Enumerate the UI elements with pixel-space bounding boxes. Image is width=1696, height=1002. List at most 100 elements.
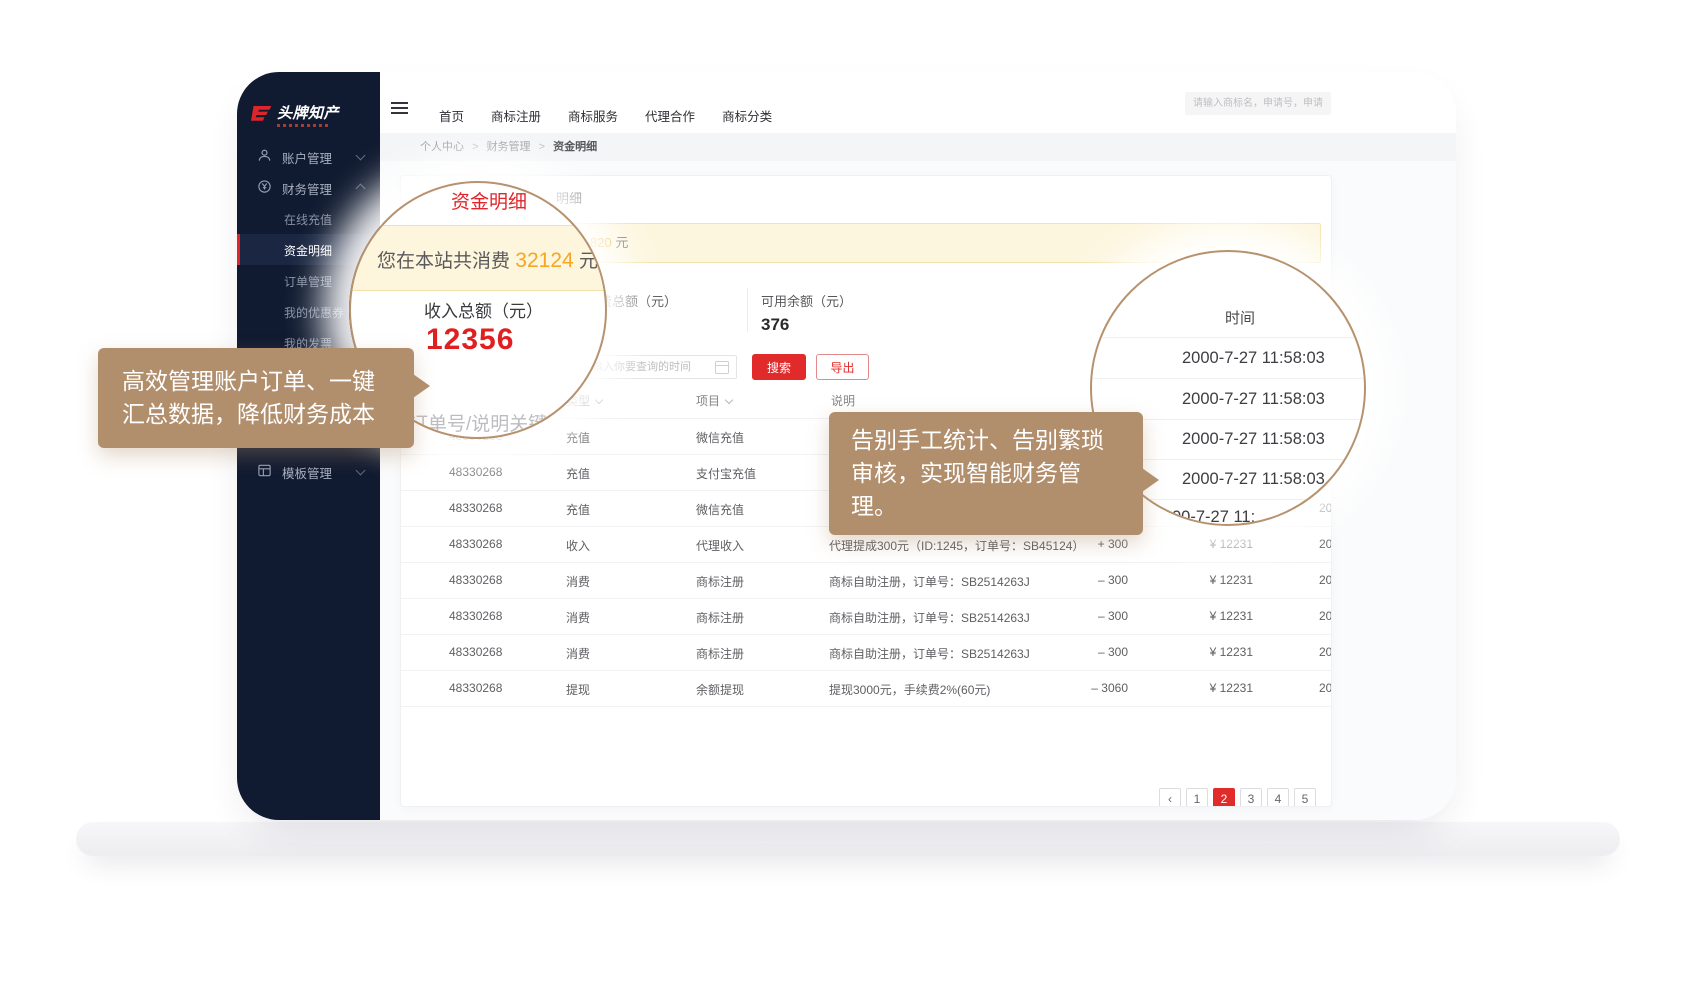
magnified-time-partial: 00-7-27 11: [1172,508,1255,526]
magnified-income-label: 收入总额（元） [424,297,543,322]
cell-order: 48330268 [449,609,502,623]
pagination-page-4[interactable]: 4 [1267,788,1289,807]
cell-type: 消费 [566,609,590,626]
cell-time: 2000-7-27 11:58:03 [1319,609,1332,623]
cell-type: 充值 [566,429,590,446]
magnified-time-value: 2000-7-27 11:58:03 [1182,390,1325,409]
magnified-time-value: 2000-7-27 11:58:03 [1182,349,1325,368]
pagination-page-5[interactable]: 5 [1294,788,1316,807]
sidebar-item-label: 订单管理 [284,273,332,290]
brand-name: 头牌知产 [277,106,339,122]
breadcrumb-item[interactable]: 财务管理 [487,141,531,153]
chevron-up-icon [356,184,366,194]
tab-secondary[interactable]: 明细 [556,188,582,207]
magnified-time-header: 时间 [1225,307,1255,328]
sidebar-item-label: 账户管理 [282,148,332,167]
cell-type: 消费 [566,573,590,590]
magnified-banner-prefix: 您在本站共消费 [377,251,510,272]
trademark-search-input[interactable] [1185,92,1331,115]
consumption-unit: 元 [615,235,628,250]
sidebar-item-label: 我的优惠券 [284,304,344,321]
breadcrumb-separator: > [472,141,478,153]
sort-caret-icon [595,396,603,404]
cell-amount: – 3060 [1021,681,1128,695]
nav-item-trademark-service[interactable]: 商标服务 [568,106,618,125]
cell-order: 48330268 [449,501,502,515]
tooltip-finance-efficiency: 高效管理账户订单、一键汇总数据，降低财务成本 [98,348,414,448]
cell-project: 余额提现 [696,681,744,698]
cell-type: 消费 [566,645,590,662]
sort-caret-icon [725,396,733,404]
magnified-banner-text: 您在本站共消费 32124 元 [377,246,598,273]
magnified-banner: 您在本站共消费 32124 元 [349,225,607,291]
finance-icon [257,179,272,194]
sidebar-item-label: 资金明细 [284,242,332,259]
cell-desc: 商标自助注册，订单号：SB2514263J [829,645,1030,662]
pagination-prev-button[interactable]: ‹ [1159,788,1181,807]
cell-time: 2000-7-27 11:58:03 [1319,645,1332,659]
brand-tagline-dots [277,124,331,127]
table-row: 48330268 消费 商标注册 商标自助注册，订单号：SB2514263J –… [401,598,1331,635]
stage: 头牌知产 账户管理 财务管理 在线充值 [0,0,1696,1002]
export-button[interactable]: 导出 [816,354,869,380]
breadcrumb-separator: > [539,141,545,153]
cell-project: 支付宝充值 [696,465,756,482]
user-icon [257,148,272,163]
tooltip-smart-finance: 告别手工统计、告别繁琐审核，实现智能财务管理。 [829,412,1143,535]
sidebar-item-account[interactable]: 账户管理 [237,140,380,171]
cell-time: 2000-7-27 11:58:03 [1319,537,1332,551]
sidebar-item-finance[interactable]: 财务管理 [237,171,380,202]
cell-order: 48330268 [449,645,502,659]
breadcrumb-current: 资金明细 [553,141,597,153]
nav-item-home[interactable]: 首页 [439,106,464,125]
cell-time: 2000-7-27 11:58:03 [1319,573,1332,587]
cell-amount: – 300 [1021,609,1128,623]
template-icon [257,463,272,478]
cell-type: 充值 [566,501,590,518]
calendar-icon[interactable] [715,361,729,374]
cell-amount: – 300 [1021,573,1128,587]
pagination-page-2-active[interactable]: 2 [1213,788,1235,807]
available-balance-value: 376 [761,315,789,335]
col-header-project[interactable]: 项目 [696,392,732,409]
cell-balance: ¥ 12231 [1146,681,1253,695]
cell-amount: – 300 [1021,645,1128,659]
cell-desc: 提现3000元，手续费2%(60元) [829,681,990,698]
breadcrumb-item[interactable]: 个人中心 [420,141,464,153]
available-balance-label: 可用余额（元） [761,291,852,310]
table-row: 48330268 提现 余额提现 提现3000元，手续费2%(60元) – 30… [401,670,1331,707]
nav-item-agency[interactable]: 代理合作 [645,106,695,125]
cell-time: 2000-7-27 11:58:03 [1319,501,1332,515]
chevron-down-icon [356,151,366,161]
cell-project: 商标注册 [696,645,744,662]
pagination-page-3[interactable]: 3 [1240,788,1262,807]
row-divider [1092,337,1364,338]
table-row: 48330268 消费 商标注册 商标自助注册，订单号：SB2514263J –… [401,634,1331,671]
cell-balance: ¥ 12231 [1146,537,1253,551]
cell-project: 微信充值 [696,429,744,446]
cell-project: 代理收入 [696,537,744,554]
breadcrumb: 个人中心 > 财务管理 > 资金明细 [380,133,1456,161]
pagination-page-1[interactable]: 1 [1186,788,1208,807]
cell-desc: 商标自助注册，订单号：SB2514263J [829,573,1030,590]
hamburger-menu-icon[interactable] [391,102,408,115]
cell-type: 充值 [566,465,590,482]
magnified-banner-unit: 元 [579,251,598,272]
col-header-desc: 说明 [831,392,855,409]
cell-balance: ¥ 12231 [1146,609,1253,623]
nav-item-trademark-category[interactable]: 商标分类 [722,106,772,125]
nav-item-trademark-register[interactable]: 商标注册 [491,106,541,125]
cell-amount: + 300 [1021,537,1128,551]
sidebar-item-templates[interactable]: 模板管理 [237,455,380,486]
cell-time: 2000-7-27 11:58:03 [1319,681,1332,695]
cell-order: 48330268 [449,537,502,551]
col-header-project-label: 项目 [696,394,720,408]
cell-type: 收入 [566,537,590,554]
cell-type: 提现 [566,681,590,698]
stats-divider [747,288,748,332]
chevron-down-icon [356,466,366,476]
search-button[interactable]: 搜索 [752,354,806,380]
table-row: 48330268 消费 商标注册 商标自助注册，订单号：SB2514263J –… [401,562,1331,599]
cell-order: 48330268 [449,465,502,479]
cell-desc: 商标自助注册，订单号：SB2514263J [829,609,1030,626]
